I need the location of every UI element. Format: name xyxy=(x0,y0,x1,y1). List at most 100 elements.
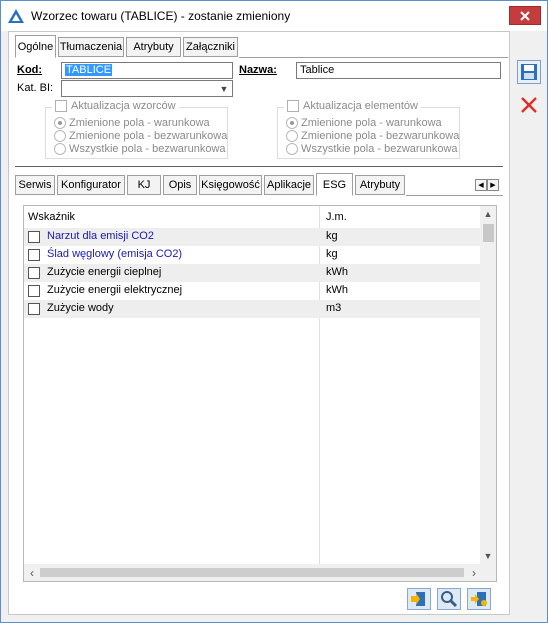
tab-label: Tłumaczenia xyxy=(59,41,123,53)
column-header-unit[interactable]: J.m. xyxy=(326,211,347,223)
tab-divider xyxy=(239,57,508,58)
tab-label: ESG xyxy=(322,178,347,191)
tab-label: Załączniki xyxy=(186,41,235,53)
indicator-name: Zużycie energii cieplnej xyxy=(47,266,162,278)
radio-wzorcow-wszystkie[interactable]: Wszystkie pola - bezwarunkowa xyxy=(54,143,226,155)
tab-ksiegowosc[interactable]: Księgowość xyxy=(199,175,262,195)
tab-scroll-left-icon[interactable]: ◀ xyxy=(475,179,487,191)
radio-icon xyxy=(286,143,298,155)
indicator-unit: kWh xyxy=(326,284,348,296)
scroll-thumb[interactable] xyxy=(483,224,494,242)
window-title: Wzorzec towaru (TABLICE) - zostanie zmie… xyxy=(31,9,291,23)
aktualizacja-elementow-checkbox[interactable]: Aktualizacja elementów xyxy=(284,100,421,112)
tab-scroll-right-icon[interactable]: ▶ xyxy=(487,179,499,191)
tab-esg[interactable]: ESG xyxy=(316,173,353,196)
radio-icon xyxy=(54,143,66,155)
table-row[interactable]: Zużycie energii cieplnej kWh xyxy=(24,264,480,282)
radio-label: Zmienione pola - bezwarunkowa xyxy=(69,130,228,142)
table-row[interactable]: Zużycie energii elektrycznej kWh xyxy=(24,282,480,300)
row-checkbox[interactable] xyxy=(28,267,40,279)
kod-input[interactable]: TABLICE xyxy=(61,62,233,79)
radio-elementow-bezwarunkowa[interactable]: Zmienione pola - bezwarunkowa xyxy=(286,130,459,142)
cancel-button[interactable] xyxy=(517,93,541,117)
radio-icon xyxy=(54,130,66,142)
tab-atrybuty-lower[interactable]: Atrybuty xyxy=(355,175,405,195)
radio-wzorcow-bezwarunkowa[interactable]: Zmienione pola - bezwarunkowa xyxy=(54,130,227,142)
main-panel: Ogólne Tłumaczenia Atrybuty Załączniki K… xyxy=(8,31,510,615)
kat-bi-select[interactable]: ▼ xyxy=(61,80,233,97)
enter-button[interactable] xyxy=(407,588,431,610)
add-button[interactable] xyxy=(467,588,491,610)
row-checkbox[interactable] xyxy=(28,249,40,261)
group-title: Aktualizacja wzorców xyxy=(71,100,176,112)
tab-kj[interactable]: KJ xyxy=(127,175,161,195)
tab-scroll-arrows: ◀ ▶ xyxy=(475,179,499,191)
scroll-down-icon[interactable]: ▼ xyxy=(480,548,496,564)
radio-elementow-warunkowa[interactable]: Zmienione pola - warunkowa xyxy=(286,117,442,129)
door-enter-icon xyxy=(411,592,425,606)
radio-label: Wszystkie pola - bezwarunkowa xyxy=(301,143,458,155)
tab-atrybuty[interactable]: Atrybuty xyxy=(126,37,181,57)
close-icon xyxy=(521,97,537,113)
table-row[interactable]: Zużycie wody m3 xyxy=(24,300,480,318)
radio-label: Zmienione pola - bezwarunkowa xyxy=(301,130,460,142)
row-checkbox[interactable] xyxy=(28,303,40,315)
checkbox-icon xyxy=(55,100,67,112)
tab-label: Aplikacje xyxy=(266,179,312,191)
vertical-scrollbar[interactable]: ▲ ▼ xyxy=(480,206,496,564)
table-row[interactable]: Narzut dla emisji CO2 kg xyxy=(24,228,480,246)
close-icon xyxy=(520,10,530,21)
indicator-unit: kg xyxy=(326,230,338,242)
search-button[interactable] xyxy=(437,588,461,610)
radio-elementow-wszystkie[interactable]: Wszystkie pola - bezwarunkowa xyxy=(286,143,458,155)
esg-grid: Wskaźnik J.m. Narzut dla emisji CO2 kg Ś… xyxy=(23,205,497,582)
indicator-name: Zużycie energii elektrycznej xyxy=(47,284,183,296)
save-button[interactable] xyxy=(517,60,541,84)
table-row[interactable]: Ślad węglowy (emisja CO2) kg xyxy=(24,246,480,264)
tab-divider xyxy=(406,195,503,196)
tab-opis[interactable]: Opis xyxy=(163,175,197,195)
tab-aplikacje[interactable]: Aplikacje xyxy=(264,175,314,195)
chevron-down-icon[interactable]: ▼ xyxy=(216,81,232,96)
radio-wzorcow-warunkowa[interactable]: Zmienione pola - warunkowa xyxy=(54,117,210,129)
search-icon xyxy=(441,591,458,608)
tab-konfigurator[interactable]: Konfigurator xyxy=(57,175,125,195)
kod-label: Kod: xyxy=(17,64,43,76)
radio-label: Zmienione pola - warunkowa xyxy=(301,117,442,129)
group-title: Aktualizacja elementów xyxy=(303,100,418,112)
tab-label: Serwis xyxy=(18,179,52,191)
radio-icon xyxy=(54,117,66,129)
door-add-icon xyxy=(471,592,487,606)
radio-icon xyxy=(286,130,298,142)
tab-label: Ogólne xyxy=(17,40,54,53)
tab-label: Atrybuty xyxy=(359,179,401,191)
column-header-indicator[interactable]: Wskaźnik xyxy=(28,211,75,223)
horizontal-scrollbar[interactable]: ‹ › xyxy=(24,564,482,581)
checkbox-icon xyxy=(287,100,299,112)
tab-ogolne[interactable]: Ogólne xyxy=(15,35,56,58)
row-checkbox[interactable] xyxy=(28,231,40,243)
indicator-name: Zużycie wody xyxy=(47,302,114,314)
nazwa-input[interactable]: Tablice xyxy=(296,62,501,79)
group-aktualizacja-elementow: Aktualizacja elementów Zmienione pola - … xyxy=(277,100,460,159)
scroll-left-icon[interactable]: ‹ xyxy=(24,564,40,581)
kat-bi-label: Kat. BI: xyxy=(17,82,54,94)
scroll-up-icon[interactable]: ▲ xyxy=(480,206,496,222)
indicator-name: Ślad węglowy (emisja CO2) xyxy=(47,248,183,260)
tab-label: Opis xyxy=(168,179,192,191)
aktualizacja-wzorcow-checkbox[interactable]: Aktualizacja wzorców xyxy=(52,100,179,112)
tab-label: KJ xyxy=(137,179,151,191)
row-checkbox[interactable] xyxy=(28,285,40,297)
nazwa-label: Nazwa: xyxy=(239,64,277,76)
kod-value: TABLICE xyxy=(65,64,113,76)
title-bar: Wzorzec towaru (TABLICE) - zostanie zmie… xyxy=(1,1,547,31)
radio-label: Zmienione pola - warunkowa xyxy=(69,117,210,129)
tab-tlumaczenia[interactable]: Tłumaczenia xyxy=(58,37,124,57)
indicator-unit: m3 xyxy=(326,302,342,314)
window-close-button[interactable] xyxy=(509,6,541,25)
tab-serwis[interactable]: Serwis xyxy=(15,175,55,195)
tab-zalaczniki[interactable]: Załączniki xyxy=(183,37,238,57)
scroll-thumb[interactable] xyxy=(40,568,464,577)
tab-label: Księgowość xyxy=(201,179,260,191)
save-icon xyxy=(521,64,537,80)
